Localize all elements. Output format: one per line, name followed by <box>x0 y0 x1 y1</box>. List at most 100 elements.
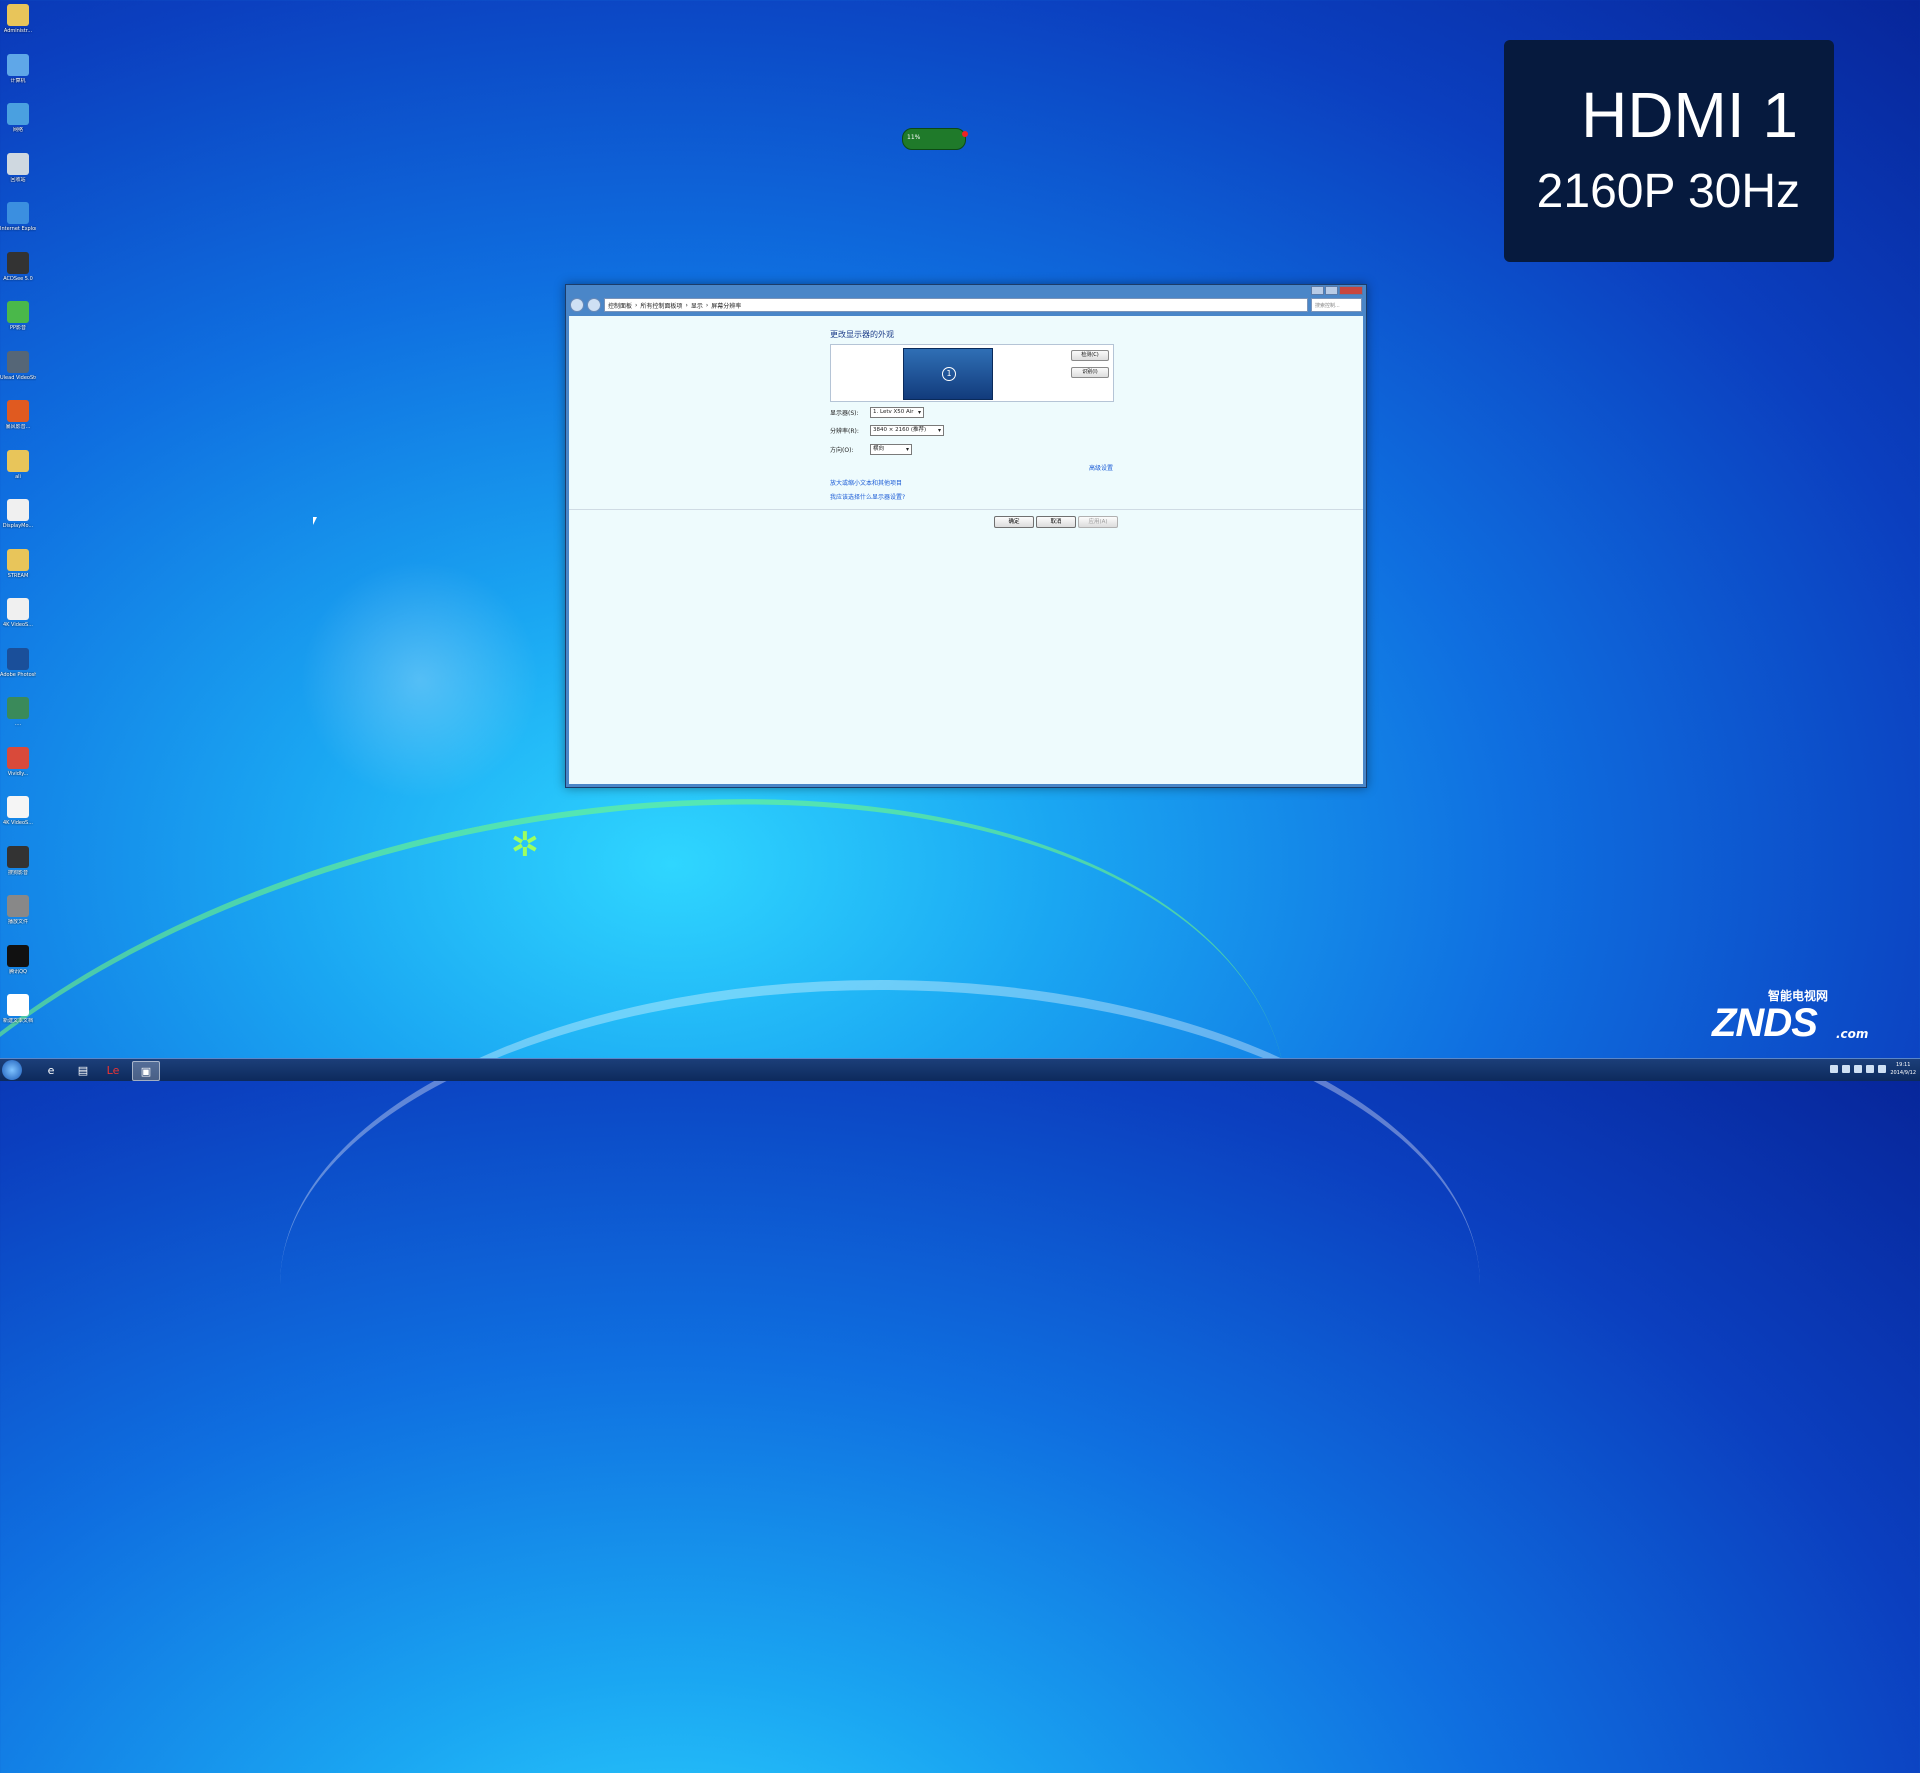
tray-network-icon[interactable] <box>1830 1065 1838 1073</box>
desktop-icon-label: PP影音 <box>9 325 27 331</box>
breadcrumb-item[interactable]: 屏幕分辨率 <box>711 301 741 310</box>
breadcrumb-item[interactable]: 控制面板 <box>608 301 632 310</box>
letv-taskbar-icon[interactable]: Le <box>100 1061 126 1079</box>
desktop-icon[interactable]: Vividly... <box>0 745 36 795</box>
tray-flag-icon[interactable] <box>1842 1065 1850 1073</box>
back-button[interactable] <box>570 298 584 312</box>
ie-taskbar-icon[interactable]: e <box>38 1061 64 1079</box>
orientation-select[interactable]: 横向 <box>870 444 912 455</box>
ok-button[interactable]: 确定 <box>994 516 1034 528</box>
ulead-icon <box>7 350 29 373</box>
breadcrumb-item[interactable]: 所有控制面板项 <box>640 301 682 310</box>
desktop-icon-label: Administr... <box>3 28 33 34</box>
gadget-percent: 11% <box>907 134 921 141</box>
taskbar-clock[interactable]: 19:11 2014/9/12 <box>1890 1061 1916 1077</box>
desktop-icon[interactable]: 搜狗影音 <box>0 844 36 894</box>
desktop-icon[interactable]: 网络 <box>0 101 36 151</box>
maximize-button[interactable] <box>1325 286 1338 295</box>
desktop-icon[interactable]: 4K VideoS... <box>0 794 36 844</box>
display-label: 显示器(S): <box>830 410 859 417</box>
desktop-icon[interactable]: 计算机 <box>0 52 36 102</box>
znds-watermark: 智能电视网 ZNDS .com <box>1708 985 1876 1047</box>
desktop-icon-label: .... <box>14 721 22 727</box>
desktop-icon[interactable]: ACDSee 5.0 <box>0 250 36 300</box>
recycle-bin-icon <box>7 152 29 175</box>
watermark-suffix: .com <box>1836 1027 1869 1041</box>
breadcrumb[interactable]: 控制面板 › 所有控制面板项 › 显示 › 屏幕分辨率 <box>604 298 1308 312</box>
minimize-button[interactable] <box>1311 286 1324 295</box>
identify-button[interactable]: 识别(I) <box>1071 367 1109 378</box>
text-size-link[interactable]: 放大或缩小文本和其他项目 <box>830 478 902 487</box>
folder-icon <box>7 548 29 571</box>
network-icon <box>7 103 29 125</box>
desktop-icon-label: 腾讯QQ <box>9 968 27 975</box>
desktop-icon-label: 搜狗影音 <box>7 869 28 876</box>
desktop-icon-label: Internet Explorer <box>0 226 36 232</box>
desktop-icon[interactable]: 4K VideoS... <box>0 596 36 646</box>
desktop-icon[interactable]: 新建文本文档 <box>0 992 36 1042</box>
resolution-select[interactable]: 3840 × 2160 (推荐) <box>870 425 944 436</box>
tray-volume-icon[interactable] <box>1866 1065 1874 1073</box>
network-gadget[interactable]: 11% <box>902 128 968 150</box>
desktop-icon[interactable]: Ulead VideoStu... <box>0 349 36 399</box>
desktop-icon-label: STREAM <box>7 572 29 579</box>
window-controls <box>1311 286 1363 295</box>
desktop-icon[interactable]: Adobe Photosh... <box>0 646 36 696</box>
hdmi-osd-overlay: HDMI 1 2160P 30Hz <box>1504 40 1834 262</box>
apply-button[interactable]: 应用(A) <box>1078 516 1118 528</box>
help-link[interactable]: 我应该选择什么显示器设置? <box>830 492 905 501</box>
display-row: 显示器(S): 1. Letv X50 Air <box>830 407 924 418</box>
wallpaper-glow <box>300 560 540 800</box>
resolution-row: 分辨率(R): 3840 × 2160 (推荐) <box>830 425 944 436</box>
address-bar-row: 控制面板 › 所有控制面板项 › 显示 › 屏幕分辨率 搜索控制... <box>570 298 1362 312</box>
taskbar: e ▤ Le ▣ 19:11 2014/9/12 <box>0 1058 1920 1081</box>
desktop-icon-label: 回收站 <box>10 176 26 183</box>
clock-date: 2014/9/12 <box>1890 1070 1916 1076</box>
cancel-button[interactable]: 取消 <box>1036 516 1076 528</box>
tray-shield-icon[interactable] <box>1854 1065 1862 1073</box>
forward-button[interactable] <box>587 298 601 312</box>
gadget-close-icon[interactable] <box>962 131 968 137</box>
desktop-icon[interactable]: .... <box>0 695 36 745</box>
desktop-icon-label: 播放文件 <box>7 919 28 925</box>
desktop-icon[interactable]: PP影音 <box>0 299 36 349</box>
desktop-icon-label: Ulead VideoStu... <box>0 374 36 381</box>
window-content: 更改显示器的外观 1 检测(C) 识别(I) 显示器(S): 1. Letv X… <box>569 316 1363 784</box>
qq-icon <box>7 944 29 967</box>
desktop-icon[interactable]: 回收站 <box>0 151 36 201</box>
desktop-icon[interactable]: 播放文件 <box>0 893 36 943</box>
system-tray <box>1830 1065 1886 1073</box>
file-icon <box>7 796 29 818</box>
folder-icon <box>7 449 29 472</box>
breadcrumb-item[interactable]: 显示 <box>691 301 703 310</box>
tray-display-icon[interactable] <box>1878 1065 1886 1073</box>
orientation-label: 方向(O): <box>830 447 854 454</box>
desktop-icon[interactable]: DisplayMo... <box>0 497 36 547</box>
monitor-thumbnail[interactable]: 1 <box>903 348 993 400</box>
file-icon <box>7 598 29 620</box>
start-button[interactable] <box>2 1060 22 1080</box>
desktop-icon[interactable]: Administr... <box>0 2 36 52</box>
watermark-brand: ZNDS <box>1712 1001 1818 1045</box>
advanced-settings-link[interactable]: 高级设置 <box>1089 463 1113 472</box>
orientation-row: 方向(O): 横向 <box>830 444 912 455</box>
desktop-icon[interactable]: STREAM <box>0 547 36 597</box>
search-input[interactable]: 搜索控制... <box>1311 298 1362 312</box>
explorer-taskbar-icon[interactable]: ▤ <box>70 1061 96 1079</box>
window-titlebar[interactable] <box>566 285 1366 295</box>
desktop-icon[interactable]: ali <box>0 448 36 498</box>
detect-button[interactable]: 检测(C) <box>1071 350 1109 361</box>
display-select[interactable]: 1. Letv X50 Air <box>870 407 924 418</box>
desktop-icon[interactable]: Internet Explorer <box>0 200 36 250</box>
storm-player-icon <box>7 400 29 422</box>
desktop-icon[interactable]: 腾讯QQ <box>0 943 36 993</box>
image-app-icon <box>7 746 29 769</box>
display-preview: 1 检测(C) 识别(I) <box>830 344 1114 402</box>
desktop-icon-label: ACDSee 5.0 <box>3 275 33 282</box>
acdsee-icon <box>7 251 29 274</box>
control-panel-taskbar-icon[interactable]: ▣ <box>132 1061 160 1081</box>
ie-icon <box>7 202 29 224</box>
close-button[interactable] <box>1339 286 1363 295</box>
clock-time: 19:11 <box>1895 1062 1911 1068</box>
desktop-icon[interactable]: 暴风影音... <box>0 398 36 448</box>
